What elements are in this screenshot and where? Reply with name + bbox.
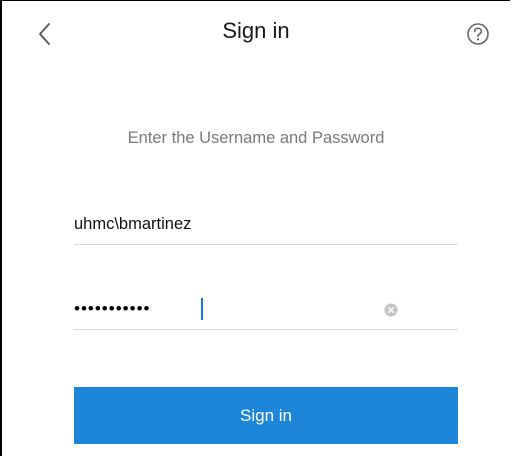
question-circle-icon	[467, 23, 489, 45]
password-input[interactable]	[74, 289, 374, 329]
help-button[interactable]	[465, 21, 491, 47]
password-field	[74, 289, 458, 330]
instruction-text: Enter the Username and Password	[127, 129, 385, 147]
sign-in-button[interactable]: Sign in	[74, 387, 458, 444]
username-field	[74, 204, 458, 245]
clear-password-button[interactable]	[384, 303, 398, 317]
header-bar: Sign in	[2, 1, 510, 65]
username-input[interactable]	[74, 204, 374, 244]
clear-circle-icon	[384, 303, 398, 317]
text-cursor	[201, 298, 203, 320]
sign-in-screen: Sign in Enter the Username and Password …	[0, 0, 510, 456]
page-title: Sign in	[222, 18, 290, 43]
